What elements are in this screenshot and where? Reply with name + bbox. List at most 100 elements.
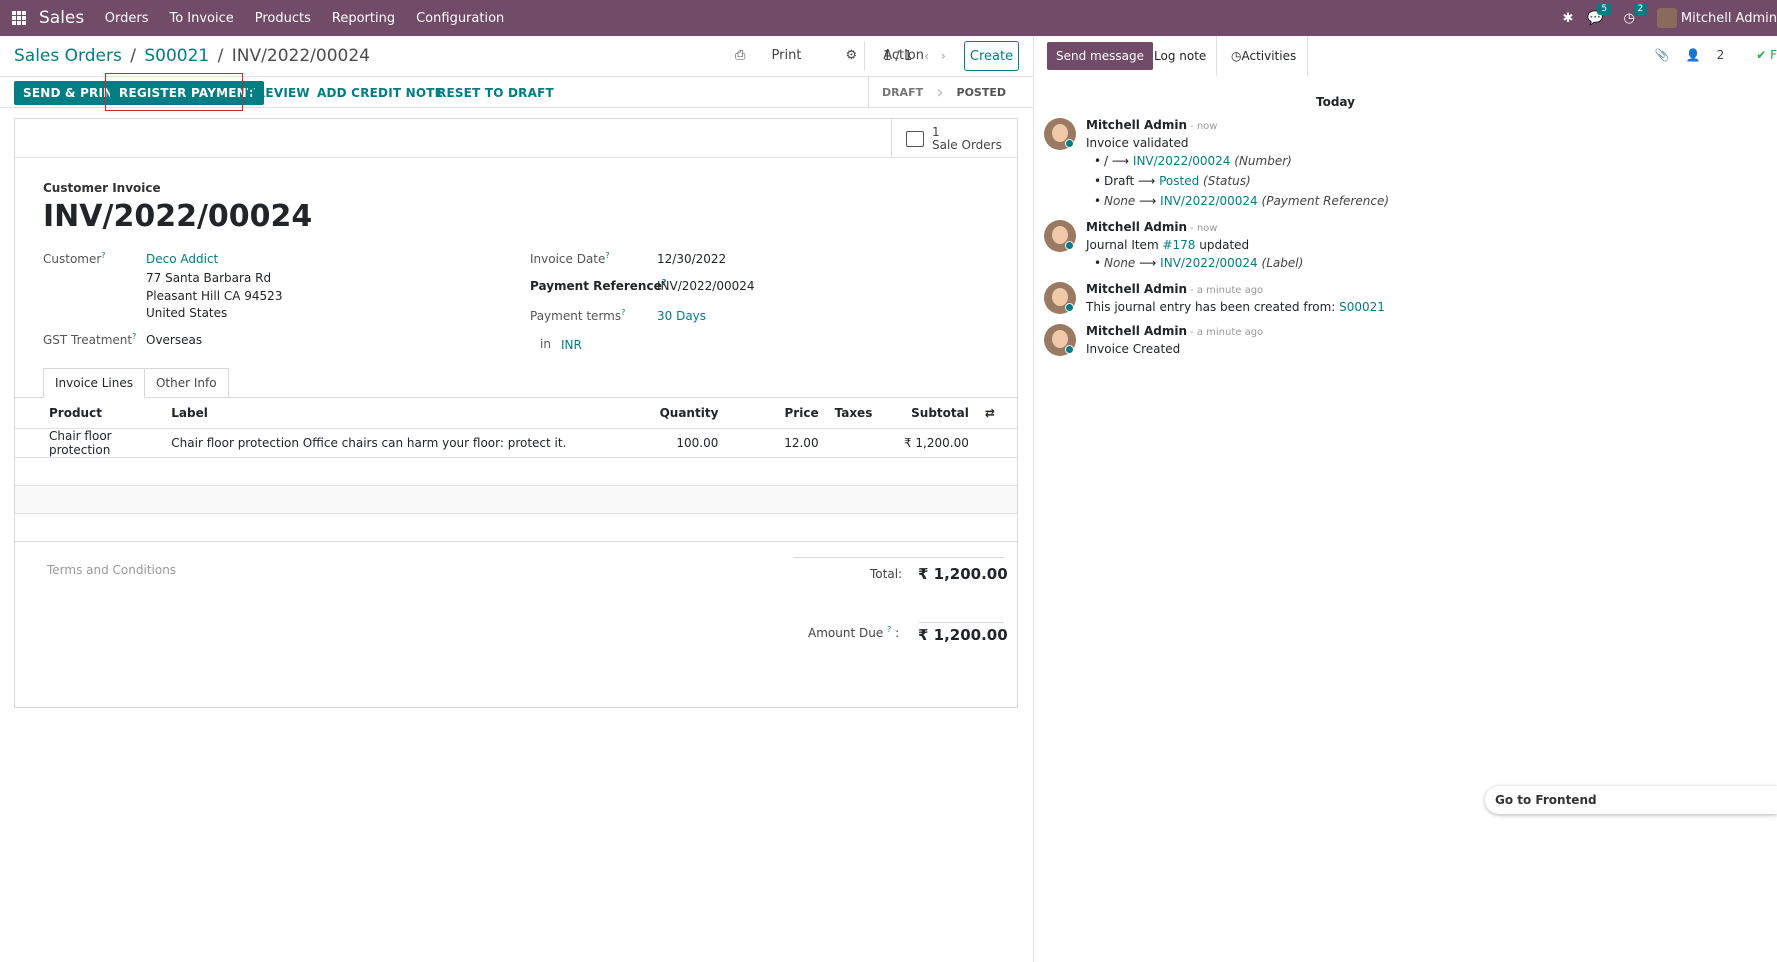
online-status-icon [1065, 241, 1074, 250]
print-label: Print [771, 48, 802, 63]
online-status-icon [1065, 303, 1074, 312]
message-time: - a minute ago [1190, 285, 1264, 296]
chevron-left-icon[interactable]: ‹ [924, 49, 929, 63]
arrow-right-icon: ⟶ [1139, 256, 1157, 270]
chevron-right-icon[interactable]: › [941, 49, 946, 63]
user-name[interactable]: Mitchell Admin [1681, 11, 1777, 26]
header-price[interactable]: Price [726, 398, 826, 428]
menu-configuration[interactable]: Configuration [406, 11, 515, 26]
header-label[interactable]: Label [163, 398, 624, 428]
breadcrumb-order[interactable]: S00021 [144, 46, 209, 66]
message-time: - a minute ago [1190, 327, 1264, 338]
log-note-button[interactable]: Log note [1145, 42, 1215, 70]
messages-icon[interactable]: 💬 5 [1587, 2, 1612, 26]
tracking-change: / ⟶ INV/2022/00024 (Number) [1094, 154, 1292, 168]
gst-value[interactable]: Overseas [146, 333, 202, 347]
following-check-icon[interactable]: ✔ F [1756, 48, 1777, 62]
row-label[interactable]: Chair floor protection Office chairs can… [163, 427, 625, 457]
debug-bug-icon[interactable]: ✱ [1562, 11, 1573, 26]
customer-label: Customer? [43, 251, 106, 266]
print-button[interactable]: ⎙ Print [735, 48, 823, 63]
online-status-icon [1065, 345, 1074, 354]
activities-clock-icon[interactable]: ◷ 2 [1624, 2, 1648, 26]
control-panel: Sales Orders / S00021 / INV/2022/00024 ⎙… [0, 36, 1033, 76]
invoice-date-value[interactable]: 12/30/2022 [657, 252, 726, 266]
currency-value[interactable]: INR [561, 338, 582, 352]
menu-to-invoice[interactable]: To Invoice [159, 11, 244, 26]
row-taxes[interactable] [826, 427, 887, 457]
payment-reference-label: Payment Reference? [530, 278, 667, 293]
activities-button[interactable]: ◷ Activities [1222, 42, 1305, 70]
table-row[interactable]: Chair floor protection Chair floor prote… [15, 427, 1017, 457]
row-product[interactable]: Chair floor protection [15, 427, 164, 457]
message-author[interactable]: Mitchell Admin [1086, 118, 1187, 132]
highlight-annotation [105, 73, 243, 111]
app-name[interactable]: Sales [39, 8, 84, 28]
sale-orders-smart-button[interactable]: 1 Sale Orders [891, 119, 1017, 158]
stage-posted[interactable]: POSTED [944, 77, 1019, 107]
header-subtotal[interactable]: Subtotal [887, 398, 977, 428]
paperclip-icon[interactable]: 📎 [1655, 48, 1670, 62]
status-stages: DRAFT › POSTED [867, 77, 1019, 107]
amount-due-label: Amount Due ? : [808, 625, 900, 640]
invoice-lines-table: Product Label Quantity Price Taxes Subto… [15, 398, 1017, 542]
breadcrumb-sales-orders[interactable]: Sales Orders [14, 46, 122, 66]
gst-label: GST Treatment? [43, 332, 137, 347]
go-to-frontend-button[interactable]: Go to Frontend [1485, 786, 1777, 814]
create-button[interactable]: Create [964, 41, 1019, 71]
chatter-topbar: Send message Log note ◷ Activities 📎 👤 2 … [1034, 36, 1777, 76]
currency-prefix: in [540, 337, 551, 351]
sale-order-link[interactable]: S00021 [1339, 300, 1385, 314]
invoice-number: INV/2022/00024 [43, 199, 313, 234]
invoice-sheet: 1 Sale Orders Customer Invoice INV/2022/… [14, 118, 1018, 708]
message-author[interactable]: Mitchell Admin [1086, 220, 1187, 234]
tab-other-info[interactable]: Other Info [144, 368, 229, 398]
user-avatar[interactable] [1656, 8, 1677, 28]
tracking-change: None ⟶ INV/2022/00024 (Payment Reference… [1094, 194, 1389, 208]
empty-row [15, 484, 1017, 513]
edit-icon [906, 130, 924, 147]
payment-reference-value[interactable]: INV/2022/00024 [657, 279, 755, 293]
row-quantity[interactable]: 100.00 [624, 427, 727, 457]
message-body: Invoice Created [1086, 342, 1181, 356]
followers-count: 2 [1716, 48, 1725, 62]
menu-products[interactable]: Products [244, 11, 321, 26]
journal-item-link[interactable]: #178 [1162, 238, 1195, 252]
message-body: Journal Item #178 updated [1086, 238, 1250, 252]
breadcrumb-current: INV/2022/00024 [231, 46, 370, 66]
customer-link[interactable]: Deco Addict [146, 252, 218, 266]
tab-invoice-lines[interactable]: Invoice Lines [43, 368, 145, 398]
invoice-type-label: Customer Invoice [43, 181, 161, 195]
pager-value[interactable]: 1 / 1 [883, 49, 912, 64]
header-product[interactable]: Product [15, 398, 163, 428]
column-settings-icon[interactable]: ⇄ [977, 398, 1017, 428]
payment-terms-value[interactable]: 30 Days [657, 309, 706, 323]
followers-button[interactable]: 👤 2 [1686, 48, 1741, 62]
menu-reporting[interactable]: Reporting [321, 11, 405, 26]
person-icon: 👤 [1685, 48, 1701, 62]
gear-icon: ⚙ [845, 48, 862, 63]
message-time: - now [1190, 121, 1218, 132]
online-status-icon [1065, 139, 1074, 148]
activities-badge: 2 [1633, 2, 1648, 15]
terms-and-conditions-field[interactable]: Terms and Conditions [47, 563, 176, 577]
message-author[interactable]: Mitchell Admin [1086, 324, 1187, 338]
empty-row [15, 512, 1017, 542]
message-body: Invoice validated [1086, 136, 1189, 150]
notebook-tabs: Invoice Lines Other Info [43, 368, 229, 398]
breadcrumb: Sales Orders / S00021 / INV/2022/00024 [14, 46, 370, 66]
send-message-button[interactable]: Send message [1047, 42, 1153, 70]
stage-draft[interactable]: DRAFT [867, 77, 936, 107]
menu-orders[interactable]: Orders [94, 11, 159, 26]
preview-button[interactable]: PREVIEW [238, 81, 319, 105]
address-line-3: United States [146, 306, 228, 320]
message-author[interactable]: Mitchell Admin [1086, 282, 1187, 296]
row-subtotal: ₹ 1,200.00 [886, 427, 977, 457]
reset-to-draft-button[interactable]: RESET TO DRAFT [428, 81, 563, 105]
header-taxes[interactable]: Taxes [827, 398, 887, 428]
row-price[interactable]: 12.00 [726, 427, 827, 457]
stage-chevron-icon: › [936, 81, 944, 103]
apps-menu-icon[interactable] [12, 11, 26, 25]
header-quantity[interactable]: Quantity [624, 398, 726, 428]
arrow-right-icon: ⟶ [1138, 174, 1156, 188]
